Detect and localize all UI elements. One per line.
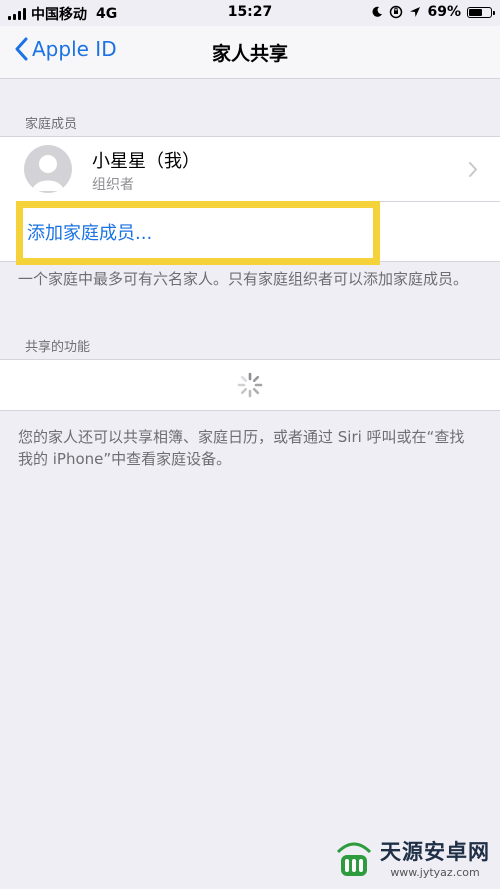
page-title: 家人共享	[211, 43, 288, 65]
member-name: 小星星（我）	[92, 151, 200, 172]
battery-icon	[467, 6, 495, 18]
watermark-url: www.jytyaz.com	[390, 866, 480, 879]
shared-section-header: 共享的功能	[25, 340, 91, 355]
shared-section-footer: 您的家人还可以共享相簿、家庭日历，或者通过 Siri 呼叫或在“查找我的 iPh…	[18, 428, 465, 468]
battery-percent: 69%	[427, 4, 461, 20]
orientation-lock-icon	[390, 5, 403, 19]
shared-features-group	[0, 359, 500, 411]
status-right: 69%	[371, 4, 495, 20]
highlight-box	[16, 201, 380, 265]
chevron-right-icon	[469, 162, 477, 177]
watermark-logo-icon	[336, 842, 372, 876]
status-bar: 中国移动 4G 15:27 69%	[0, 0, 500, 26]
moon-icon	[373, 6, 383, 17]
location-icon	[410, 7, 421, 17]
member-role: 组织者	[92, 177, 134, 193]
watermark-title: 天源安卓网	[380, 840, 490, 864]
navigation-bar: Apple ID 家人共享	[0, 26, 500, 79]
watermark: 天源安卓网 www.jytyaz.com	[334, 836, 490, 879]
family-section-header: 家庭成员	[25, 117, 78, 132]
avatar-icon	[24, 145, 72, 193]
family-section-footer: 一个家庭中最多可有六名家人。只有家庭组织者可以添加家庭成员。	[18, 270, 469, 288]
loading-spinner-icon	[237, 372, 263, 398]
member-row[interactable]: 小星星（我） 组织者	[0, 137, 500, 201]
battery-fill	[469, 8, 482, 16]
